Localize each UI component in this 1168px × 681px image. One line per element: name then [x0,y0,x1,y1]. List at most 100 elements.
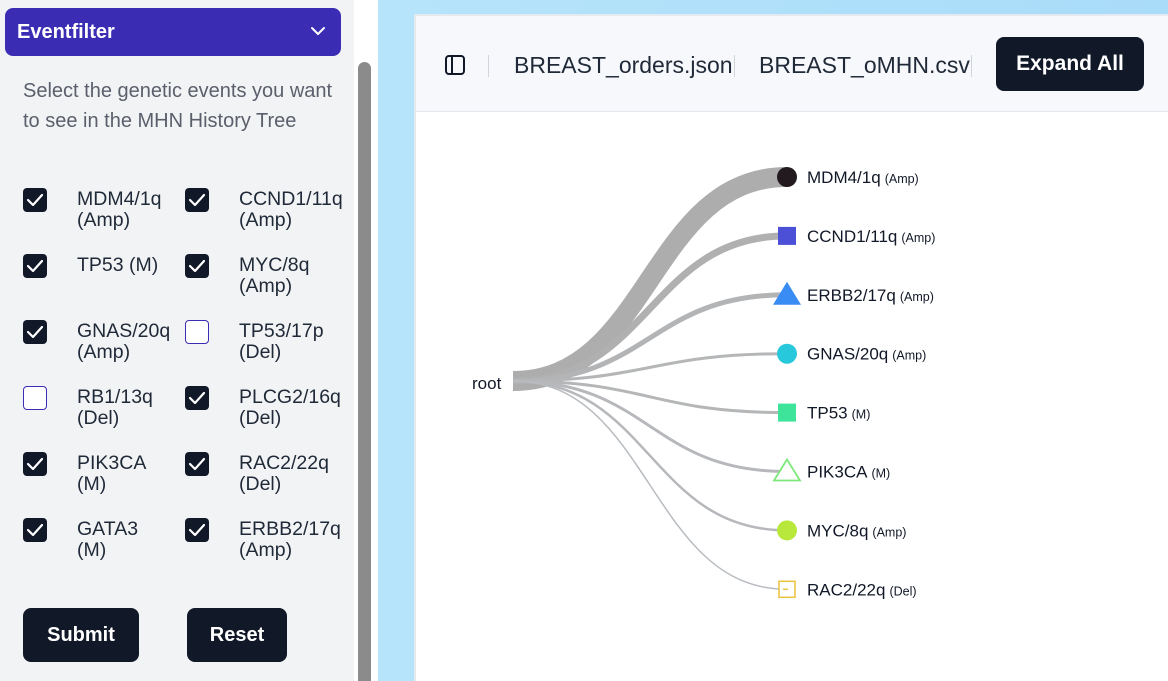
node-marker[interactable] [777,343,797,364]
history-tree: MDM4/1q (Amp) CCND1/11q (Amp) ERBB2/17q (Amp)… [472,167,935,599]
node-event-type: (Amp) [892,349,926,363]
reset-button[interactable]: Reset [187,608,287,662]
event-checkbox-label: MYC/8q (Amp) [239,255,309,297]
sidebar-scrollbar-thumb[interactable] [358,62,371,681]
node-label: MYC/8q (Amp) [807,521,906,540]
node-name: TP53 [807,404,848,423]
tree-link [512,232,788,385]
tree-node[interactable]: GNAS/20q (Amp) [777,343,926,364]
node-label: PIK3CA (M) [807,463,890,482]
event-name: GATA3 [77,518,139,540]
tree-node[interactable]: RAC2/22q (Del) [778,580,917,599]
node-marker[interactable] [778,226,796,245]
event-checkbox[interactable] [23,320,47,344]
event-type: (Amp) [77,341,131,363]
event-checkbox[interactable] [23,386,47,410]
root-label: root [472,374,502,393]
event-name: MDM4/1q [77,188,162,210]
eventfilter-header[interactable]: Eventfilter [5,8,341,56]
event-name: TP53 (M) [77,254,159,276]
event-checkbox-label: TP53 (M) [77,255,158,276]
node-event-type: (Amp) [872,525,906,539]
node-name: ERBB2/17q [807,286,896,305]
node-marker[interactable] [777,520,797,541]
tree-link [512,379,788,473]
tree-link [512,167,788,391]
tree-node[interactable]: PIK3CA (M) [772,457,890,482]
event-type: (M) [77,473,107,495]
event-checkbox-label: PLCG2/16q (Del) [239,387,341,429]
checkmark-icon [26,457,44,471]
event-name: CCND1/11q [239,188,343,210]
event-type: (Del) [77,407,120,429]
tree-node[interactable]: MYC/8q (Amp) [777,520,906,541]
event-name: MYC/8q [239,254,310,276]
node-label: GNAS/20q (Amp) [807,345,926,364]
node-marker[interactable] [778,403,796,422]
checkmark-icon [26,193,44,207]
sidebar-toggle-icon[interactable] [444,54,466,76]
node-event-type: (M) [852,408,871,422]
event-checkbox-label: RB1/13q (Del) [77,387,153,429]
event-checkbox[interactable] [185,188,209,212]
omhn-file-name[interactable]: BREAST_oMHN.csv [759,52,970,79]
event-checkbox[interactable] [185,518,209,542]
event-checkbox-label: TP53/17p (Del) [239,321,324,363]
checkmark-icon [188,457,206,471]
event-type: (Del) [239,407,282,429]
event-name: GNAS/20q [77,320,171,342]
checkmark-icon [26,259,44,273]
node-marker[interactable] [777,167,797,187]
node-name: RAC2/22q [807,580,885,599]
node-name: MDM4/1q [807,168,881,187]
tree-node[interactable]: MDM4/1q (Amp) [777,167,919,187]
event-checkbox-label: RAC2/22q (Del) [239,453,329,495]
event-checkbox-label: ERBB2/17q (Amp) [239,519,341,561]
node-label: MDM4/1q (Amp) [807,168,919,187]
tree-node[interactable]: ERBB2/17q (Amp) [773,281,934,305]
tree-node[interactable]: TP53 (M) [778,403,870,423]
checkmark-icon [188,193,206,207]
checkmark-icon [26,325,44,339]
node-event-type: (Del) [889,584,916,598]
node-label: CCND1/11q (Amp) [807,227,935,246]
orders-file-name[interactable]: BREAST_orders.json [514,52,733,79]
node-marker[interactable] [778,580,796,599]
node-event-type: (Amp) [885,172,919,186]
event-checkbox[interactable] [23,188,47,212]
event-name: PIK3CA [77,452,147,474]
event-type: (Amp) [239,275,293,297]
node-label: TP53 (M) [807,404,870,423]
node-name: PIK3CA [807,463,868,482]
chevron-down-icon [311,27,325,35]
node-label: RAC2/22q (Del) [807,580,917,599]
event-checkbox[interactable] [185,254,209,278]
event-type: (M) [77,539,107,561]
event-name: PLCG2/16q [239,386,341,408]
node-name: CCND1/11q [807,227,897,246]
checkmark-icon [188,523,206,537]
expand-all-button[interactable]: Expand All [996,37,1144,91]
checkmark-icon [26,523,44,537]
event-checkbox[interactable] [185,320,209,344]
event-checkbox[interactable] [185,386,209,410]
checkmark-icon [188,391,206,405]
eventfilter-title: Eventfilter [17,20,115,43]
event-type: (Amp) [239,539,293,561]
submit-button[interactable]: Submit [23,608,139,662]
checkmark-icon [188,259,206,273]
event-checkbox[interactable] [23,452,47,476]
event-checkbox[interactable] [185,452,209,476]
event-checkbox[interactable] [23,518,47,542]
event-checkbox-label: PIK3CA (M) [77,453,146,495]
event-checkbox-label: CCND1/11q (Amp) [239,189,343,231]
tree-node[interactable]: CCND1/11q (Amp) [778,226,935,246]
event-checkbox[interactable] [23,254,47,278]
event-checkbox-label: GNAS/20q (Amp) [77,321,170,363]
node-event-type: (M) [871,467,890,481]
toolbar-separator [734,55,735,77]
event-type: (Amp) [239,209,293,231]
event-checkbox-label: MDM4/1q (Amp) [77,189,162,231]
event-filter-sidebar: Eventfilter Select the genetic events yo… [0,0,354,681]
event-name: RB1/13q [77,386,153,408]
